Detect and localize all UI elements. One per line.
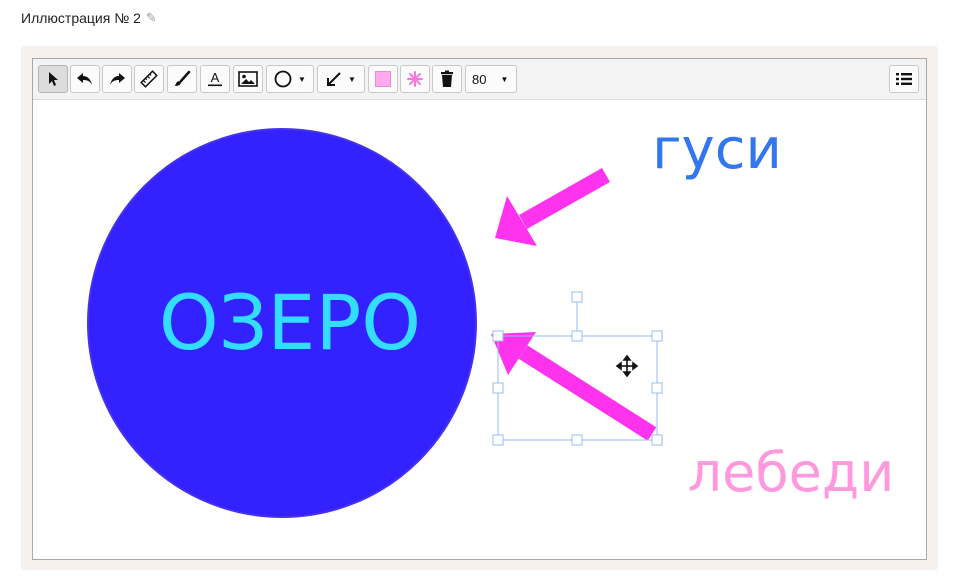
ruler-button[interactable]: [134, 65, 164, 93]
resize-handle: [571, 330, 583, 342]
text-tool-button[interactable]: A: [200, 65, 230, 93]
cursor-arrow-icon: [49, 72, 58, 86]
arrow-swans[interactable]: [491, 332, 657, 441]
select-tool-button[interactable]: [38, 65, 68, 93]
pencil-icon[interactable]: ✎: [146, 10, 157, 26]
toolbar: A ▼ ▼ 80 ▼: [33, 59, 926, 100]
star-burst-icon: [407, 71, 423, 87]
arrow-icon: [327, 72, 341, 86]
drawing-canvas[interactable]: ОЗЕРО гуси лебеди: [33, 100, 926, 559]
redo-icon: [110, 73, 125, 85]
size-select-value: 80: [472, 71, 487, 87]
swans-label[interactable]: лебеди: [688, 441, 895, 504]
brush-button[interactable]: [167, 65, 197, 93]
shape-tool-button[interactable]: ▼: [266, 65, 314, 93]
illustration-title: Иллюстрация № 2: [21, 10, 141, 26]
rotate-handle: [571, 291, 583, 303]
ruler-icon: [140, 70, 158, 88]
drawing-editor: A ▼ ▼ 80 ▼ ОЗЕРО гуси лебеди: [32, 58, 927, 560]
redo-button[interactable]: [102, 65, 132, 93]
fill-color-swatch: [375, 71, 391, 87]
move-cursor-icon: [615, 354, 639, 378]
arrow-geese[interactable]: [495, 168, 610, 246]
lake-label[interactable]: ОЗЕРО: [159, 278, 421, 367]
undo-button[interactable]: [70, 65, 100, 93]
canvas-svg: ОЗЕРО гуси лебеди: [87, 117, 895, 518]
text-tool-icon: A: [208, 70, 222, 87]
brush-icon: [175, 70, 191, 86]
resize-handle: [651, 382, 663, 394]
illustration-title-row: Иллюстрация № 2 ✎: [21, 8, 157, 28]
menu-button[interactable]: [889, 65, 919, 93]
chevron-down-icon: ▼: [348, 74, 356, 84]
undo-icon: [77, 73, 92, 85]
resize-handle: [492, 382, 504, 394]
resize-handle: [492, 434, 504, 446]
resize-handle: [651, 330, 663, 342]
resize-handle: [571, 434, 583, 446]
delete-button[interactable]: [432, 65, 462, 93]
geese-label[interactable]: гуси: [652, 117, 782, 182]
arrow-tool-button[interactable]: ▼: [317, 65, 365, 93]
size-select[interactable]: 80 ▼: [465, 65, 517, 93]
resize-handle: [492, 330, 504, 342]
resize-handle: [651, 434, 663, 446]
stroke-color-button[interactable]: [400, 65, 430, 93]
image-tool-button[interactable]: [233, 65, 263, 93]
fill-color-button[interactable]: [368, 65, 398, 93]
list-menu-icon: [896, 73, 912, 85]
image-icon: [238, 71, 258, 87]
trash-icon: [441, 70, 453, 87]
svg-text:A: A: [211, 70, 220, 85]
chevron-down-icon: ▼: [500, 74, 509, 84]
chevron-down-icon: ▼: [298, 74, 306, 84]
circle-icon: [274, 70, 292, 88]
